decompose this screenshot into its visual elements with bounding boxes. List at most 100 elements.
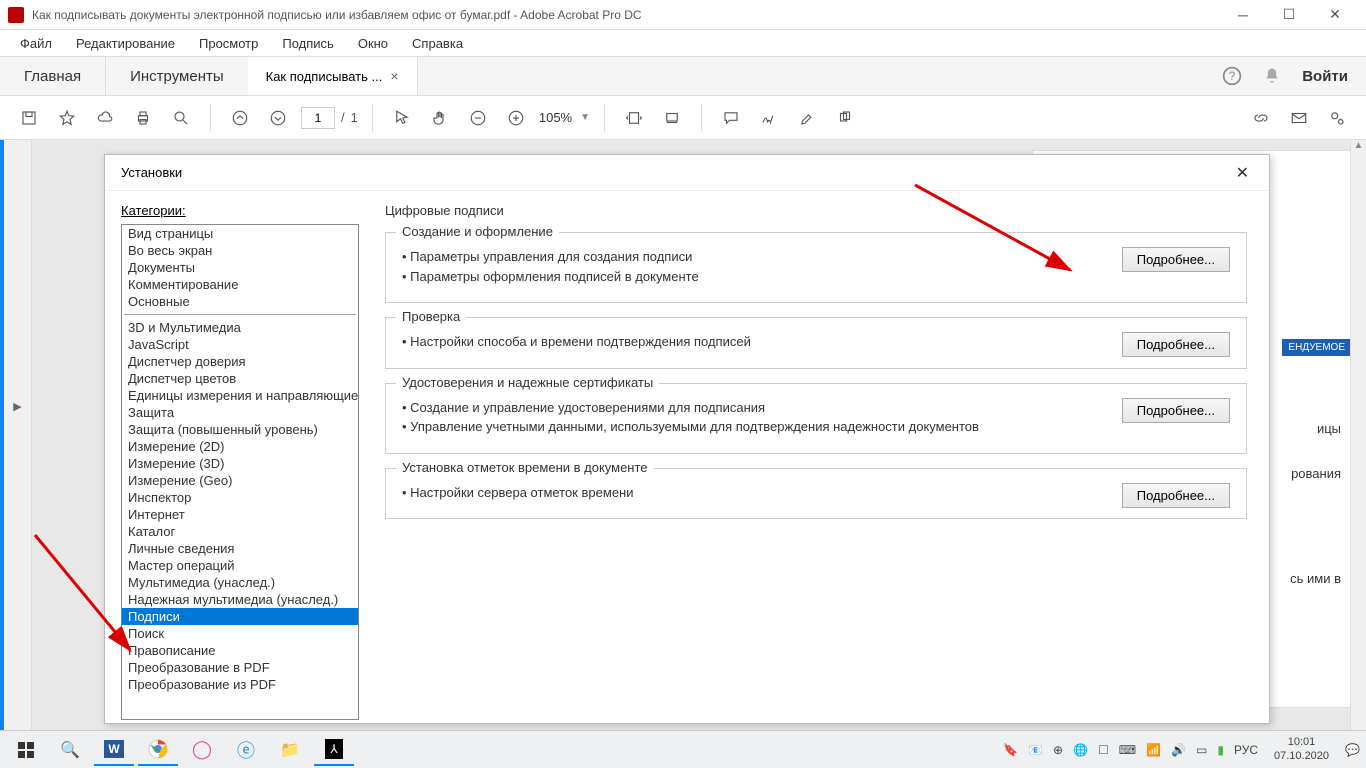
settings-section: Удостоверения и надежные сертификатыСозд…: [385, 383, 1247, 454]
explorer-icon[interactable]: 📁: [270, 734, 310, 766]
fit-width-icon[interactable]: [619, 103, 649, 133]
word-icon[interactable]: W: [94, 734, 134, 766]
category-item[interactable]: Инспектор: [122, 489, 358, 506]
maximize-button[interactable]: ☐: [1266, 0, 1312, 30]
category-item[interactable]: Во весь экран: [122, 242, 358, 259]
category-item[interactable]: Правописание: [122, 642, 358, 659]
star-icon[interactable]: [52, 103, 82, 133]
category-item[interactable]: 3D и Мультимедиа: [122, 319, 358, 336]
sign-icon[interactable]: [754, 103, 784, 133]
search-taskbar-icon[interactable]: 🔍: [50, 734, 90, 766]
comment-icon[interactable]: [716, 103, 746, 133]
tab-document[interactable]: Как подписывать ... ×: [248, 57, 418, 95]
login-button[interactable]: Войти: [1302, 68, 1348, 85]
zoom-in-icon[interactable]: [501, 103, 531, 133]
clock[interactable]: 10:01 07.10.2020: [1268, 736, 1335, 762]
category-item[interactable]: Диспетчер цветов: [122, 370, 358, 387]
print-icon[interactable]: [128, 103, 158, 133]
tray-icon[interactable]: ▮: [1217, 743, 1224, 757]
category-item[interactable]: Измерение (Geo): [122, 472, 358, 489]
tray-icon[interactable]: ⌨: [1119, 743, 1136, 757]
cloud-icon[interactable]: [90, 103, 120, 133]
category-item[interactable]: Личные сведения: [122, 540, 358, 557]
language-indicator[interactable]: РУС: [1234, 743, 1258, 757]
volume-icon[interactable]: 🔊: [1171, 743, 1186, 757]
tray-icon[interactable]: ▭: [1196, 743, 1207, 757]
start-button[interactable]: [6, 734, 46, 766]
more-button[interactable]: Подробнее...: [1122, 332, 1230, 357]
menu-file[interactable]: Файл: [10, 34, 62, 53]
category-item[interactable]: Поиск: [122, 625, 358, 642]
category-item[interactable]: Документы: [122, 259, 358, 276]
tab-close-icon[interactable]: ×: [390, 68, 398, 84]
search-icon[interactable]: [166, 103, 196, 133]
tray-icon[interactable]: 🌐: [1073, 743, 1088, 757]
mail-icon[interactable]: [1284, 103, 1314, 133]
category-item[interactable]: Надежная мультимедиа (унаслед.): [122, 591, 358, 608]
fit-page-icon[interactable]: [657, 103, 687, 133]
help-icon[interactable]: ?: [1222, 66, 1242, 86]
highlight-icon[interactable]: [792, 103, 822, 133]
category-item[interactable]: Измерение (2D): [122, 438, 358, 455]
scrollbar[interactable]: ▲: [1350, 140, 1366, 730]
chrome-icon[interactable]: [138, 734, 178, 766]
minimize-button[interactable]: ─: [1220, 0, 1266, 30]
system-tray: 🔖 📧 ⊕ 🌐 ☐ ⌨ 📶 🔊 ▭ ▮ РУС 10:01 07.10.2020…: [1003, 736, 1360, 762]
dialog-close-icon[interactable]: ✕: [1232, 159, 1253, 187]
page-down-icon[interactable]: [263, 103, 293, 133]
category-item[interactable]: Каталог: [122, 523, 358, 540]
page-up-icon[interactable]: [225, 103, 255, 133]
more-button[interactable]: Подробнее...: [1122, 483, 1230, 508]
menu-sign[interactable]: Подпись: [272, 34, 343, 53]
tray-icon[interactable]: 📧: [1028, 743, 1043, 757]
tray-icon[interactable]: ⊕: [1053, 743, 1063, 757]
close-button[interactable]: ✕: [1312, 0, 1358, 30]
category-item[interactable]: Защита: [122, 404, 358, 421]
category-item[interactable]: Преобразование в PDF: [122, 659, 358, 676]
more-button[interactable]: Подробнее...: [1122, 247, 1230, 272]
wifi-icon[interactable]: 📶: [1146, 743, 1161, 757]
category-item[interactable]: Подписи: [122, 608, 358, 625]
ie-icon[interactable]: ⓔ: [226, 734, 266, 766]
category-item[interactable]: Интернет: [122, 506, 358, 523]
menu-edit[interactable]: Редактирование: [66, 34, 185, 53]
tray-icon[interactable]: 🔖: [1003, 743, 1018, 757]
category-item[interactable]: Мастер операций: [122, 557, 358, 574]
more-button[interactable]: Подробнее...: [1122, 398, 1230, 423]
category-item[interactable]: Комментирование: [122, 276, 358, 293]
scroll-up-icon[interactable]: ▲: [1351, 140, 1366, 156]
category-item[interactable]: Преобразование из PDF: [122, 676, 358, 693]
category-item[interactable]: JavaScript: [122, 336, 358, 353]
zoom-value: 105%: [539, 110, 572, 125]
category-item[interactable]: Измерение (3D): [122, 455, 358, 472]
zoom-out-icon[interactable]: [463, 103, 493, 133]
hand-icon[interactable]: [425, 103, 455, 133]
category-item[interactable]: Основные: [122, 293, 358, 310]
link-icon[interactable]: [1246, 103, 1276, 133]
date: 07.10.2020: [1274, 750, 1329, 763]
share-icon[interactable]: [1322, 103, 1352, 133]
page-current-input[interactable]: [301, 107, 335, 129]
menu-view[interactable]: Просмотр: [189, 34, 268, 53]
category-item[interactable]: Мультимедиа (унаслед.): [122, 574, 358, 591]
menu-help[interactable]: Справка: [402, 34, 473, 53]
pointer-icon[interactable]: [387, 103, 417, 133]
category-item[interactable]: Вид страницы: [122, 225, 358, 242]
category-item[interactable]: Защита (повышенный уровень): [122, 421, 358, 438]
expand-icon[interactable]: ▶: [13, 400, 21, 413]
app-icon-1[interactable]: ◯: [182, 734, 222, 766]
notifications-icon[interactable]: 💬: [1345, 743, 1360, 757]
acrobat-taskbar-icon[interactable]: ⅄: [314, 734, 354, 766]
tab-tools[interactable]: Инструменты: [106, 57, 248, 95]
sidebar-collapsed[interactable]: ▶: [4, 140, 32, 730]
save-icon[interactable]: [14, 103, 44, 133]
tray-icon[interactable]: ☐: [1098, 743, 1109, 757]
tab-home[interactable]: Главная: [0, 57, 106, 95]
category-item[interactable]: Единицы измерения и направляющие: [122, 387, 358, 404]
menu-window[interactable]: Окно: [348, 34, 398, 53]
bell-icon[interactable]: [1262, 66, 1282, 86]
stamp-icon[interactable]: [830, 103, 860, 133]
category-item[interactable]: Диспетчер доверия: [122, 353, 358, 370]
zoom-select[interactable]: 105% ▼: [539, 110, 590, 125]
categories-list[interactable]: Вид страницыВо весь экранДокументыКоммен…: [121, 224, 359, 720]
